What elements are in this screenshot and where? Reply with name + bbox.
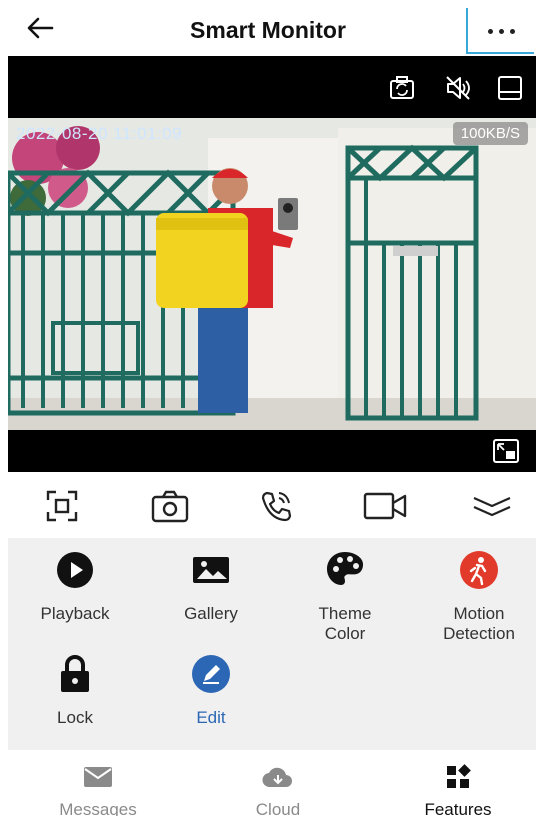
- collapse-button[interactable]: [472, 488, 512, 524]
- feature-label: Gallery: [184, 604, 238, 623]
- feature-label: Theme Color: [318, 604, 372, 643]
- layout-icon: [498, 76, 522, 100]
- feature-label: Edit: [196, 708, 226, 727]
- fullscreen-icon: [46, 490, 78, 522]
- more-options-icon: [485, 21, 518, 39]
- mute-button[interactable]: [444, 74, 472, 102]
- palette-icon: [325, 550, 365, 590]
- grid-icon: [388, 764, 528, 790]
- video-bottom-bar: [8, 430, 536, 472]
- play-icon: [55, 550, 95, 590]
- feature-label: Motion Detection: [443, 604, 515, 643]
- live-video-feed[interactable]: 2022-08-20 11:01:09 100KB/S: [8, 118, 536, 430]
- feature-label: Lock: [57, 708, 93, 727]
- layout-button[interactable]: [496, 74, 524, 102]
- snapshot-button[interactable]: [150, 488, 190, 524]
- nav-label: Features: [424, 800, 492, 816]
- gallery-icon: [191, 550, 231, 590]
- nav-label: Cloud: [255, 800, 301, 816]
- bottom-navigation: Messages Cloud Features: [0, 750, 536, 816]
- nav-features[interactable]: Features: [388, 764, 528, 816]
- screenshot-icon: [390, 76, 414, 99]
- feature-gallery[interactable]: Gallery: [146, 550, 276, 624]
- more-options-button[interactable]: [466, 8, 534, 54]
- feature-theme-color[interactable]: Theme Color: [280, 550, 410, 644]
- picture-in-picture-button[interactable]: [492, 438, 520, 464]
- app-header: Smart Monitor: [0, 0, 536, 56]
- feature-edit[interactable]: Edit: [146, 654, 276, 728]
- mute-icon: [446, 76, 470, 100]
- camera-icon: [151, 490, 189, 523]
- video-toolbar: [8, 56, 536, 118]
- camera-scene-image: [8, 118, 536, 430]
- feature-label: Playback: [40, 604, 110, 623]
- feature-motion-detection[interactable]: Motion Detection: [414, 550, 536, 644]
- call-icon: [261, 491, 292, 522]
- lock-icon: [55, 654, 95, 694]
- nav-messages[interactable]: Messages: [28, 764, 168, 816]
- collapse-icon: [473, 496, 511, 517]
- nav-cloud[interactable]: Cloud: [208, 764, 348, 816]
- features-panel: Playback Gallery Theme Color Motion Dete…: [8, 538, 536, 750]
- mail-icon: [28, 764, 168, 790]
- fullscreen-button[interactable]: [42, 488, 82, 524]
- record-button[interactable]: [362, 488, 408, 524]
- picture-in-picture-icon: [493, 439, 519, 463]
- nav-label: Messages: [59, 800, 137, 816]
- video-record-icon: [363, 492, 407, 520]
- feature-lock[interactable]: Lock: [10, 654, 140, 728]
- bitrate-badge: 100KB/S: [452, 122, 528, 145]
- page-title: Smart Monitor: [190, 17, 346, 43]
- video-controls: [0, 472, 536, 538]
- video-timestamp: 2022-08-20 11:01:09: [16, 124, 183, 143]
- screenshot-button[interactable]: [388, 74, 416, 102]
- call-button[interactable]: [256, 488, 296, 524]
- edit-icon: [191, 654, 231, 694]
- motion-detection-icon: [459, 550, 499, 590]
- cloud-icon: [208, 764, 348, 790]
- feature-playback[interactable]: Playback: [10, 550, 140, 624]
